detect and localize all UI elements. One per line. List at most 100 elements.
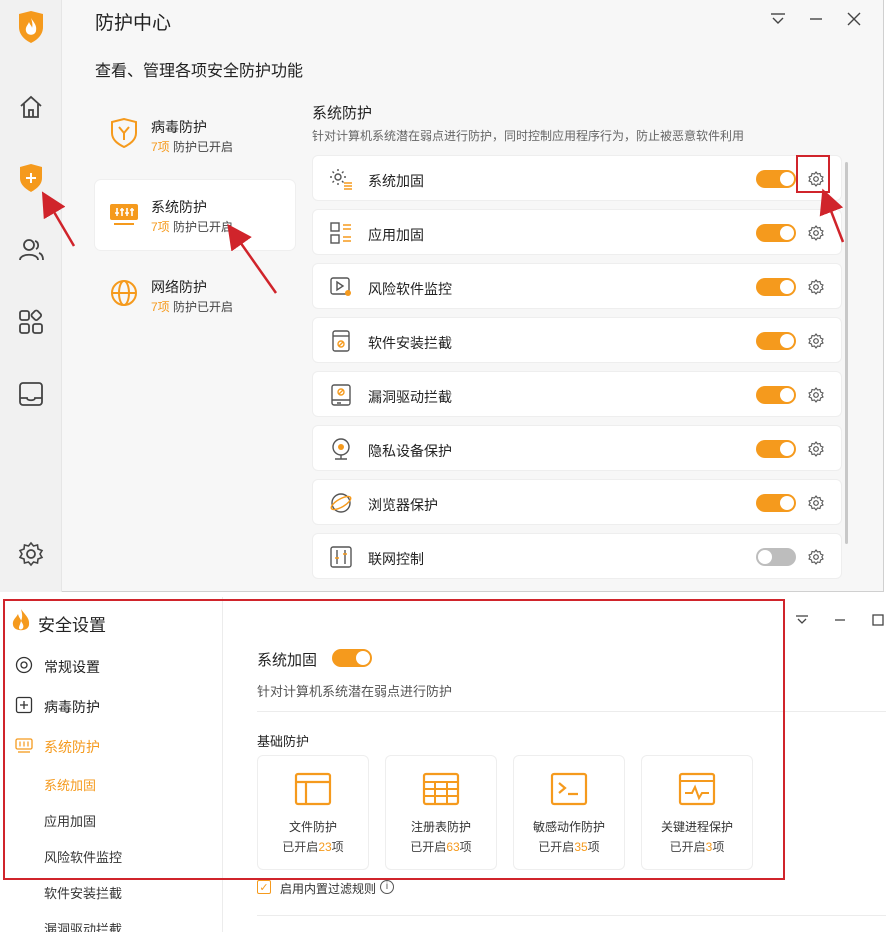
divider [257, 915, 886, 916]
card-subtitle: 已开启3项 [642, 838, 752, 855]
feature-row-network-control: 联网控制 [312, 533, 842, 579]
card-subtitle: 已开启23项 [258, 838, 368, 855]
section-title: 系统防护 [312, 105, 373, 122]
subnav-install-block[interactable]: 软件安装拦截 [44, 883, 122, 902]
icon-rail [0, 0, 62, 592]
gear-icon[interactable] [808, 333, 824, 349]
card-prefix: 已开启 [282, 840, 319, 854]
protection-center-window: 防护中心 查看、管理各项安全防护功能 病毒防护 7项 防护已开启 系统防护 7项… [0, 0, 884, 592]
category-name: 网络防护 [151, 279, 207, 295]
settings-window-controls [794, 611, 886, 629]
network-control-icon [330, 546, 352, 568]
feature-label: 隐私设备保护 [368, 443, 452, 459]
terminal-icon [550, 772, 588, 806]
subnav-system-hardening[interactable]: 系统加固 [44, 775, 96, 794]
menu-icon [796, 615, 808, 624]
menu-icon [771, 13, 785, 24]
card-suffix: 项 [587, 840, 600, 854]
category-virus[interactable]: 病毒防护 7项 防护已开启 [95, 100, 295, 170]
close-icon [847, 12, 861, 26]
feature-row-install-block: 软件安装拦截 [312, 317, 842, 363]
gear-icon[interactable] [808, 387, 824, 403]
rail-apps[interactable] [0, 297, 62, 347]
menu-button[interactable] [769, 8, 787, 30]
feature-toggle[interactable] [756, 440, 796, 458]
category-status: 7项 防护已开启 [151, 298, 233, 315]
file-window-icon [294, 772, 332, 806]
gear-icon[interactable] [808, 279, 824, 295]
feature-toggle[interactable] [756, 170, 796, 188]
feature-toggle[interactable] [756, 278, 796, 296]
card-title: 文件防护 [288, 820, 337, 834]
nav-system[interactable]: 系统防护 [0, 731, 223, 759]
subnav-driver-block[interactable]: 漏洞驱动拦截 [44, 919, 122, 932]
table-icon [422, 772, 460, 806]
builtin-filter-checkbox[interactable]: ✓ [257, 880, 271, 894]
settings-main-description: 针对计算机系统潜在弱点进行防护 [257, 684, 453, 699]
card-suffix: 项 [712, 840, 725, 854]
gear-icon[interactable] [808, 495, 824, 511]
feature-label: 系统加固 [368, 173, 424, 189]
feature-label: 浏览器保护 [368, 497, 438, 513]
gear-icon[interactable] [808, 549, 824, 565]
system-hardening-toggle[interactable] [332, 649, 372, 667]
globe-icon [111, 280, 137, 306]
menu-button[interactable] [794, 611, 810, 629]
minimize-icon [810, 18, 822, 20]
settings-sidebar: 安全设置 常规设置 病毒防护 系统防护 系统加固 应用加固 风险软件监控 软件安… [0, 597, 223, 932]
feature-row-system-hardening: 系统加固 [312, 155, 842, 201]
category-status-text: 防护已开启 [173, 220, 234, 234]
minimize-icon [835, 619, 845, 621]
rail-home[interactable] [0, 82, 62, 132]
minimize-button[interactable] [832, 611, 848, 629]
card-prefix: 已开启 [410, 840, 447, 854]
card-file-protection[interactable]: 文件防护 已开启23项 [257, 755, 369, 870]
category-status-text: 防护已开启 [173, 140, 234, 154]
users-icon [19, 239, 44, 261]
window-controls [769, 8, 863, 30]
close-button[interactable] [845, 8, 863, 30]
nav-virus[interactable]: 病毒防护 [0, 691, 223, 719]
browser-icon [330, 493, 352, 513]
nav-label: 系统防护 [44, 739, 100, 755]
maximize-icon [872, 614, 884, 626]
scrollbar[interactable] [845, 162, 848, 544]
rail-inbox[interactable] [0, 369, 62, 419]
feature-toggle[interactable] [756, 332, 796, 350]
rail-settings[interactable] [0, 529, 62, 579]
feature-toggle[interactable] [756, 386, 796, 404]
subnav-app-hardening[interactable]: 应用加固 [44, 811, 96, 830]
feature-toggle[interactable] [756, 224, 796, 242]
rail-protection[interactable] [0, 153, 62, 203]
card-count: 23 [318, 840, 332, 854]
card-registry-protection[interactable]: 注册表防护 已开启63项 [385, 755, 497, 870]
gear-icon[interactable] [808, 441, 824, 457]
card-title: 关键进程保护 [660, 820, 733, 834]
gear-icon[interactable] [808, 225, 824, 241]
feature-row-app-hardening: 应用加固 [312, 209, 842, 255]
category-system[interactable]: 系统防护 7项 防护已开启 [95, 180, 295, 250]
system-icon [110, 204, 138, 225]
maximize-button[interactable] [870, 611, 886, 629]
divider [257, 711, 886, 712]
category-count: 7项 [151, 220, 170, 234]
flame-shield-logo-icon [19, 11, 43, 43]
gear-doc-icon [330, 169, 352, 190]
minimize-button[interactable] [807, 8, 825, 30]
section-description: 针对计算机系统潜在弱点进行防护，同时控制应用程序行为，防止被恶意软件利用 [312, 129, 745, 143]
info-icon[interactable]: i [380, 880, 394, 894]
card-key-process[interactable]: 关键进程保护 已开启3项 [641, 755, 753, 870]
category-count: 7项 [151, 300, 170, 314]
subnav-risk-software[interactable]: 风险软件监控 [44, 847, 122, 866]
card-prefix: 已开启 [538, 840, 575, 854]
window-title: 防护中心 [95, 13, 172, 34]
feature-row-privacy-device: 隐私设备保护 [312, 425, 842, 471]
card-sensitive-action[interactable]: 敏感动作防护 已开启35项 [513, 755, 625, 870]
category-network[interactable]: 网络防护 7项 防护已开启 [95, 260, 295, 330]
home-icon [20, 95, 42, 118]
feature-toggle[interactable] [756, 548, 796, 566]
feature-toggle[interactable] [756, 494, 796, 512]
rail-users[interactable] [0, 225, 62, 275]
category-status: 7项 防护已开启 [151, 218, 233, 235]
nav-general[interactable]: 常规设置 [0, 651, 223, 679]
